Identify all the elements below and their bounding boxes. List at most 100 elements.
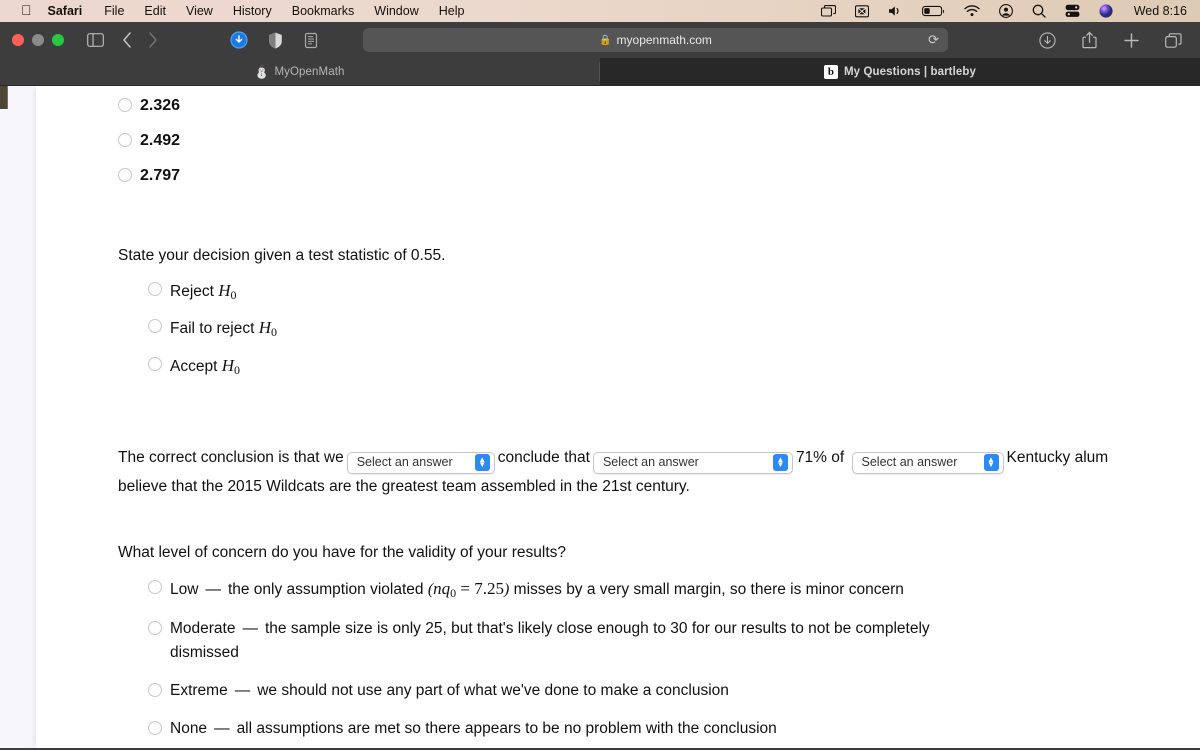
tab-label: MyOpenMath [274,65,345,78]
answer-option-label: Low — the only assumption violated (nq0 = … [170,578,904,600]
sidebar-toggle-icon[interactable] [82,28,108,52]
new-tab-icon[interactable] [1118,28,1144,52]
conclusion-select-1[interactable]: Select an answer ▲ ▼ [346,451,495,474]
browser-toolbar: 🔒 myopenmath.com ⟳ [0,22,1200,58]
radio-button-icon[interactable] [148,356,162,371]
answer-option[interactable]: 2.326 [118,94,1160,119]
conclusion-text-part3: 71% of [795,449,845,467]
siri-icon[interactable] [1099,4,1113,18]
downloads-icon[interactable] [1034,28,1060,52]
math-close-paren: ) [504,580,510,598]
concern-question-block: What level of concern do you have for th… [118,541,1160,748]
menu-item-history[interactable]: History [233,4,272,18]
menu-item-view[interactable]: View [186,4,213,18]
wifi-icon[interactable] [964,5,980,17]
decision-question-block: State your decision given a test statist… [118,244,1160,379]
close-window-button[interactable] [12,34,24,46]
tab-myopenmath[interactable]: ⛄ MyOpenMath [0,58,600,85]
answer-option-label: 2.326 [140,97,181,114]
reload-icon[interactable]: ⟳ [928,32,939,48]
math-symbol-H: H [218,280,231,300]
maximize-window-button[interactable] [52,34,64,46]
address-bar[interactable]: 🔒 myopenmath.com ⟳ [363,28,948,52]
math-subscript: 0 [230,287,237,302]
tab-label: My Questions | bartleby [843,65,977,78]
toolbar-extensions [226,28,324,52]
menu-item-safari[interactable]: Safari [48,4,83,18]
select-value: Select an answer [356,455,453,470]
download-shield-icon[interactable] [226,28,252,52]
page-edge-marker [0,86,8,109]
answer-option-label: Accept H0 [170,355,240,377]
answer-option[interactable]: 2.492 [118,129,1160,154]
tab-overview-icon[interactable] [1160,28,1186,52]
spotlight-search-icon[interactable] [1032,4,1046,18]
control-center-icon[interactable] [998,4,1013,18]
concern-question-prompt: What level of concern do you have for th… [118,543,567,561]
answer-option-label: Reject H0 [170,280,237,302]
safari-window: 🔒 myopenmath.com ⟳ ⛄ MyOpenMath b My Que… [0,22,1200,750]
conclusion-select-3[interactable]: Select an answer ▲ ▼ [851,451,1004,474]
forward-chevron-icon[interactable] [140,28,166,52]
tab-bartleby[interactable]: b My Questions | bartleby [600,58,1200,85]
radio-button-icon[interactable] [148,720,162,735]
answer-option-label: Fail to reject H0 [170,318,278,340]
menu-item-window[interactable]: Window [374,4,418,18]
answer-option[interactable]: Fail to reject H0 [148,315,1160,342]
math-symbol-H: H [221,355,234,375]
answer-option[interactable]: Extreme — we should not use any part of wh… [148,679,1160,703]
menu-bar-clock[interactable]: Wed 8:16 [1134,4,1187,18]
menu-item-bookmarks[interactable]: Bookmarks [292,4,355,18]
radio-button-icon[interactable] [118,132,132,147]
answer-option-label: 2.492 [140,131,181,149]
radio-button-icon[interactable] [148,682,162,697]
reader-view-icon[interactable] [298,28,324,52]
radio-button-icon[interactable] [148,620,162,635]
conclusion-sentence: The correct conclusion is that we Select … [118,445,1160,498]
answer-option-label: None — all assumptions are met so there ap… [170,719,777,737]
answer-option[interactable]: None — all assumptions are met so there ap… [148,717,1160,741]
share-icon[interactable] [1076,28,1102,52]
page-viewport: 2.326 2.492 2.797 State your decision gi… [0,86,1200,748]
decision-answer-options: Reject H0 Fail to reject H0 Accept H0 [148,278,1160,380]
em-dash: — [205,580,221,598]
conclusion-select-2[interactable]: Select an answer ▲ ▼ [592,451,793,474]
battery-icon[interactable] [921,5,945,17]
back-chevron-icon[interactable] [114,28,140,52]
answer-option[interactable]: Accept H0 [148,353,1160,380]
em-dash: — [234,681,251,699]
select-value: Select an answer [861,455,958,470]
minimize-window-button[interactable] [32,34,44,46]
radio-button-icon[interactable] [148,579,162,594]
answer-option-label: Moderate — the sample size is only 25, but… [170,619,930,661]
menu-item-file[interactable]: File [104,4,124,18]
radio-button-icon[interactable] [118,167,132,182]
menu-item-help[interactable]: Help [439,4,465,18]
answer-option[interactable]: Reject H0 [148,278,1160,305]
math-equals: = [456,578,475,598]
math-symbol-q: q [441,578,451,598]
radio-button-icon[interactable] [148,319,162,334]
apple-icon[interactable]:  [21,3,32,17]
menu-item-edit[interactable]: Edit [144,4,166,18]
screenshot-icon[interactable] [854,4,869,18]
menu-bar-status-area: Wed 8:16 [820,4,1191,18]
radio-button-icon[interactable] [148,281,162,296]
answer-option-label: 2.797 [140,166,181,184]
answer-option[interactable]: Moderate — the sample size is only 25, but… [148,617,1160,665]
answer-option[interactable]: Low — the only assumption violated (nq0 = … [148,576,1160,603]
privacy-shield-icon[interactable] [262,28,288,52]
macos-menu-bar:  Safari File Edit View History Bookmark… [0,0,1200,22]
volume-icon[interactable] [888,5,903,17]
answer-option[interactable]: 2.797 [118,164,1160,189]
select-value: Select an answer [602,455,699,470]
myopenmath-favicon: ⛄ [253,64,271,79]
answer-option-label: Extreme — we should not use any part of wh… [170,681,729,699]
math-subscript: 0 [233,362,240,377]
radio-button-icon[interactable] [118,98,132,112]
stacks-icon[interactable] [1065,4,1080,18]
screen-mirroring-icon[interactable] [820,4,836,18]
toolbar-right-actions [1034,28,1188,52]
chevron-updown-icon: ▲ ▼ [474,454,490,472]
math-value: 7.25 [474,578,505,598]
